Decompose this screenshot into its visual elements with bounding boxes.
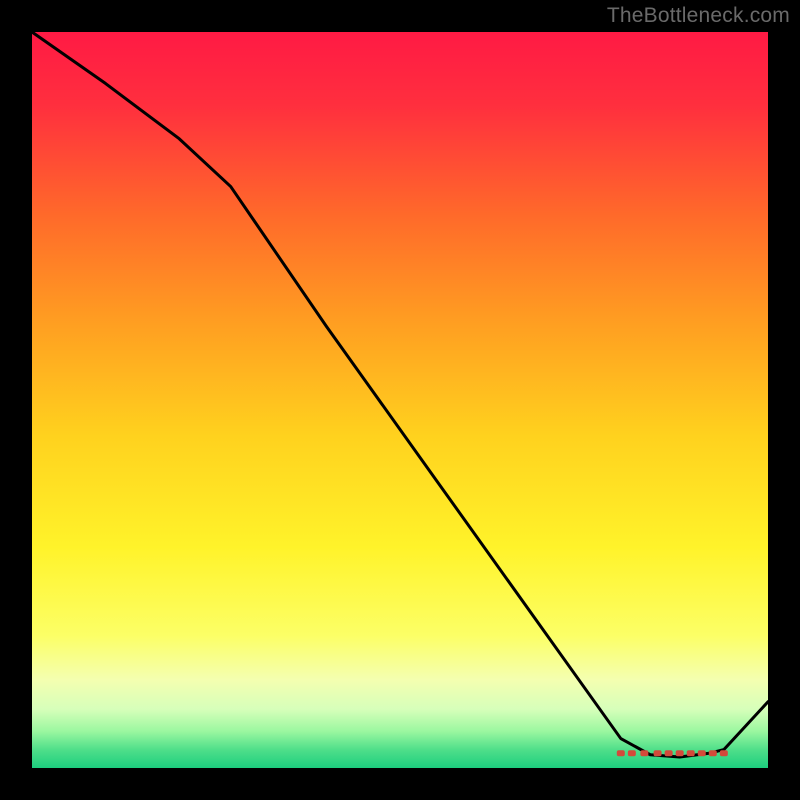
marker-dot xyxy=(617,750,625,756)
marker-dot xyxy=(720,750,728,756)
watermark-text: TheBottleneck.com xyxy=(607,4,790,28)
marker-dot xyxy=(665,750,673,756)
marker-dot xyxy=(676,750,684,756)
marker-dot xyxy=(628,750,636,756)
marker-dot xyxy=(654,750,662,756)
marker-dot xyxy=(709,750,717,756)
chart-frame: TheBottleneck.com xyxy=(0,0,800,800)
marker-dot xyxy=(640,750,648,756)
marker-dot xyxy=(698,750,706,756)
gradient-background xyxy=(32,32,768,768)
marker-dot xyxy=(687,750,695,756)
chart-plot-area xyxy=(32,32,768,768)
chart-svg xyxy=(32,32,768,768)
